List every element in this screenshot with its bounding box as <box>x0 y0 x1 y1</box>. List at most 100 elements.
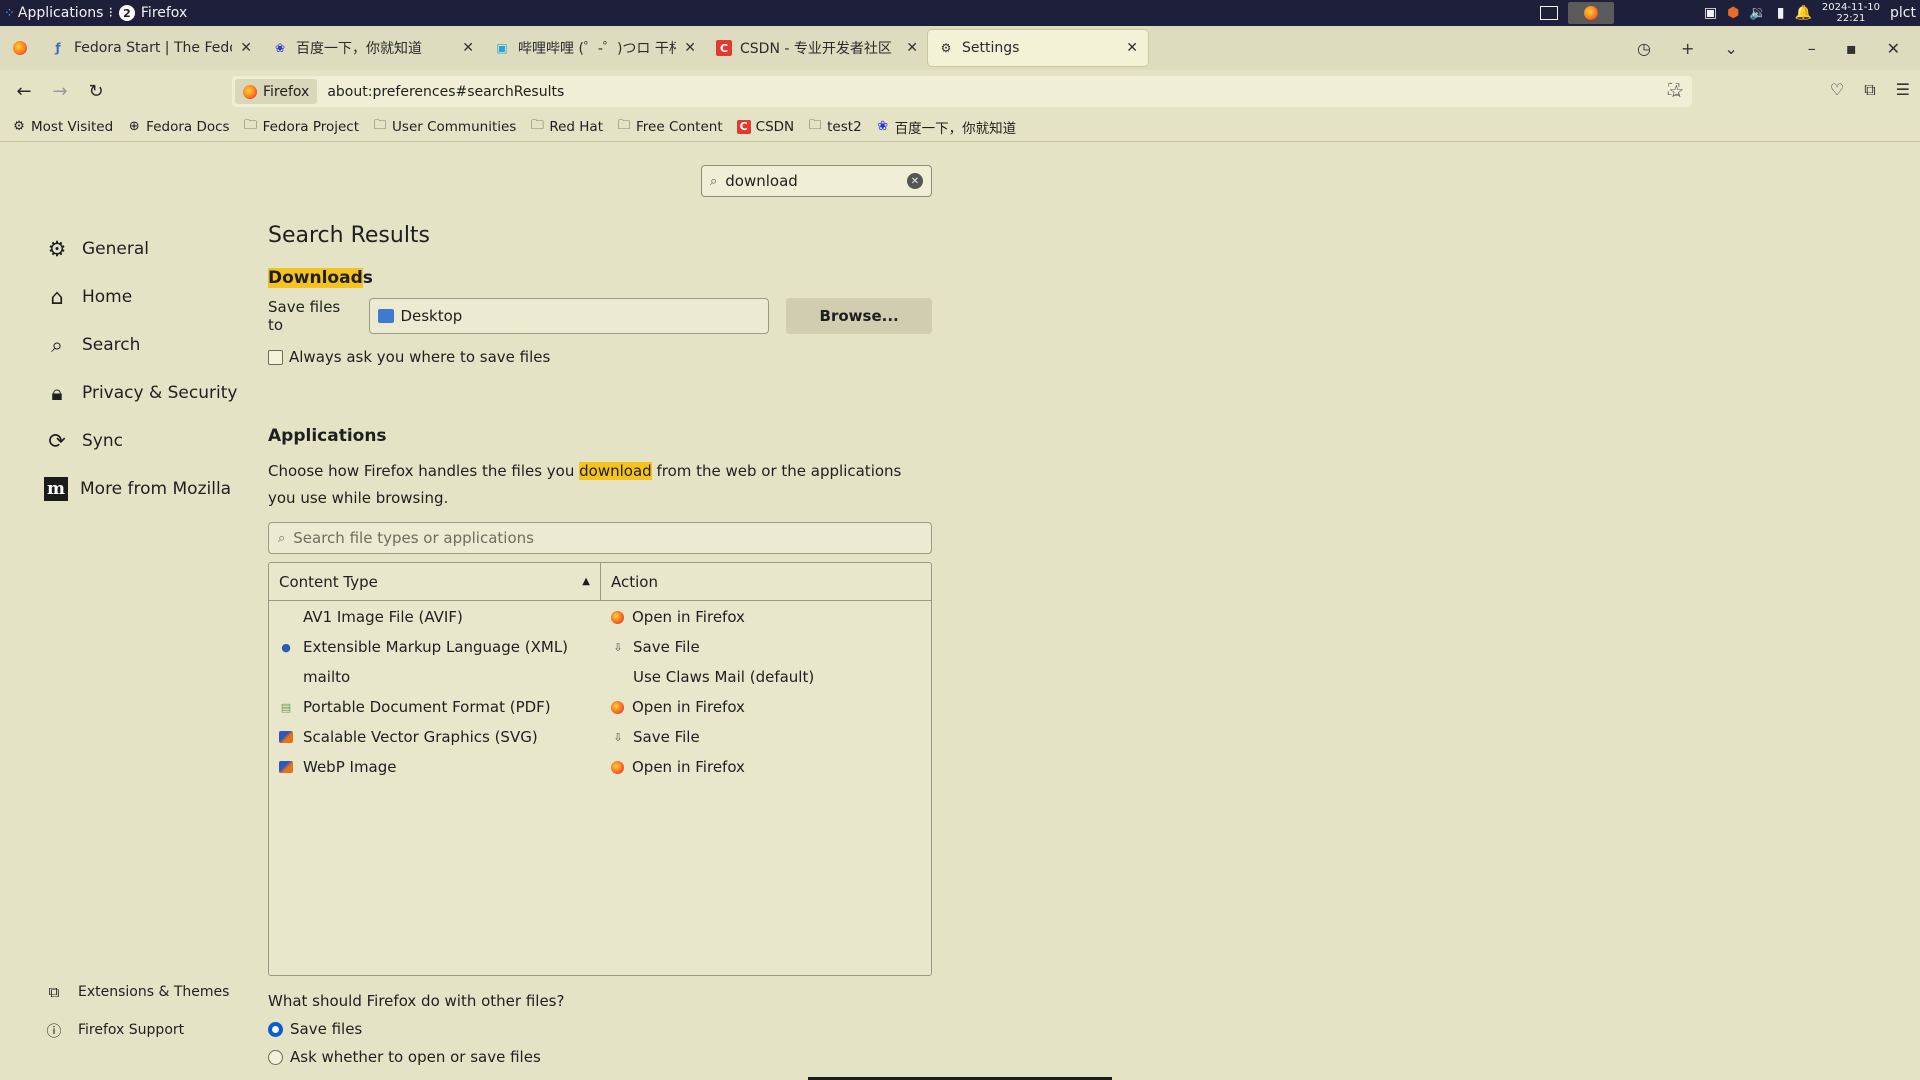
network-icon[interactable]: ▣ <box>1704 5 1717 21</box>
applications-label: Applications <box>17 5 104 21</box>
nav-bar: ← → ↻ Firefox about:preferences#searchRe… <box>0 70 1920 112</box>
tab-baidu[interactable]: ❀ 百度一下，你就知道 ✕ <box>262 30 484 66</box>
save-files-option[interactable]: Save files <box>268 1020 932 1038</box>
bookmark-red-hat[interactable]: 🗀 Red Hat <box>530 118 603 135</box>
menu-icon[interactable]: ☰ <box>1896 80 1910 100</box>
new-tab-button[interactable]: + <box>1681 39 1694 58</box>
identity-label: Firefox <box>263 83 310 100</box>
identity-box[interactable]: Firefox <box>235 79 318 104</box>
bookmark-fedora-project[interactable]: 🗀 Fedora Project <box>244 118 359 135</box>
table-row[interactable]: ▤ Portable Document Format (PDF) Open in … <box>269 692 931 722</box>
list-all-tabs-button[interactable]: ⌄ <box>1724 39 1737 58</box>
bookmark-free-content[interactable]: 🗀 Free Content <box>617 118 722 135</box>
tab-fedora[interactable]: ƒ Fedora Start | The Fedora ✕ <box>40 30 262 66</box>
action-column-header[interactable]: Action <box>601 563 668 600</box>
extensions-icon[interactable]: ⧉ <box>1864 80 1875 100</box>
bookmark-label: CSDN <box>755 118 795 135</box>
tab-csdn[interactable]: C CSDN - 专业开发者社区 ✕ <box>706 30 928 66</box>
url-bar[interactable]: Firefox about:preferences#searchResults … <box>232 76 1692 107</box>
clear-search-icon[interactable]: ✕ <box>907 173 923 189</box>
action-value[interactable]: Open in Firefox <box>632 698 745 716</box>
firefox-view-button[interactable] <box>0 41 40 55</box>
tab-bilibili[interactable]: ▣ 哔哩哔哩 (゜-゜)つロ 干杯~ ✕ <box>484 30 706 66</box>
maximize-button[interactable]: ▪ <box>1846 39 1857 58</box>
image-icon <box>279 761 293 773</box>
action-value[interactable]: Open in Firefox <box>632 758 745 776</box>
action-value[interactable]: Use Claws Mail (default) <box>633 668 814 686</box>
history-icon[interactable]: ◷ <box>1637 39 1651 58</box>
radio-label: Save files <box>290 1020 363 1038</box>
category-home[interactable]: ⌂ Home <box>44 273 244 321</box>
extensions-themes-link[interactable]: ⧉ Extensions & Themes <box>44 973 264 1011</box>
tab-settings[interactable]: ⚙ Settings ✕ <box>928 30 1148 66</box>
user-name[interactable]: plct <box>1890 5 1916 21</box>
back-button[interactable]: ← <box>6 81 42 102</box>
bookmark-csdn[interactable]: C CSDN <box>736 118 795 135</box>
bookmark-test2[interactable]: 🗀 test2 <box>808 118 862 135</box>
package-icon[interactable]: ⬢ <box>1727 5 1739 21</box>
table-row[interactable]: WebP Image Open in Firefox <box>269 752 931 782</box>
always-ask-row[interactable]: Always ask you where to save files <box>268 348 932 366</box>
folder-icon: 🗀 <box>373 117 387 133</box>
preferences-search[interactable]: ⌕ download ✕ <box>701 165 932 197</box>
always-ask-checkbox[interactable] <box>268 349 283 365</box>
downloads-heading: Downloads <box>268 268 932 288</box>
category-more-from-mozilla[interactable]: m More from Mozilla <box>44 465 244 513</box>
ask-open-save-radio[interactable] <box>268 1049 283 1065</box>
table-row[interactable]: Scalable Vector Graphics (SVG) ⇩ Save Fil… <box>269 722 931 752</box>
bell-icon[interactable]: 🔔 <box>1794 5 1811 21</box>
close-icon[interactable]: ✕ <box>1126 40 1138 56</box>
action-value[interactable]: Save File <box>633 638 700 656</box>
volume-icon[interactable]: 🔉 <box>1749 5 1766 21</box>
minimize-button[interactable]: – <box>1808 39 1816 58</box>
table-row[interactable]: AV1 Image File (AVIF) Open in Firefox <box>269 602 931 632</box>
close-window-button[interactable]: ✕ <box>1887 39 1900 58</box>
close-icon[interactable]: ✕ <box>240 40 252 56</box>
category-sync[interactable]: ⟳ Sync <box>44 417 244 465</box>
save-files-radio[interactable] <box>268 1021 283 1037</box>
bookmark-fedora-docs[interactable]: ⊕ Fedora Docs <box>127 119 230 135</box>
bookmark-user-communities[interactable]: 🗀 User Communities <box>373 117 517 135</box>
forward-button[interactable]: → <box>42 81 78 102</box>
file-types-search[interactable]: ⌕ Search file types or applications <box>268 522 932 554</box>
save-files-label: Save files to <box>268 298 341 334</box>
workspace-badge[interactable]: 2 <box>118 5 135 21</box>
table-header: Content Type ▲ Action <box>269 563 931 601</box>
applications-menu[interactable]: ⁘ Applications ⁝ <box>4 5 113 21</box>
url-text[interactable]: about:preferences#searchResults <box>327 84 564 100</box>
action-value[interactable]: Save File <box>633 728 700 746</box>
close-icon[interactable]: ✕ <box>462 40 474 56</box>
mozilla-icon: m <box>44 477 68 501</box>
ask-open-save-option[interactable]: Ask whether to open or save files <box>268 1048 932 1066</box>
taskbar-firefox-button[interactable] <box>1567 2 1614 24</box>
screenshot-icon[interactable]: ⛶ <box>1668 80 1679 100</box>
close-icon[interactable]: ✕ <box>684 40 696 56</box>
category-privacy[interactable]: 🔒︎ Privacy & Security <box>44 369 244 417</box>
clock-time: 22:21 <box>1836 13 1866 24</box>
pocket-icon[interactable]: ♡ <box>1830 80 1844 100</box>
clock[interactable]: 2024-11-10 22:21 <box>1822 2 1880 24</box>
bookmark-most-visited[interactable]: ⚙ Most Visited <box>12 119 113 135</box>
battery-icon[interactable]: ▮ <box>1777 5 1785 21</box>
firefox-support-link[interactable]: ⓘ Firefox Support <box>44 1011 264 1049</box>
action-value[interactable]: Open in Firefox <box>632 608 745 626</box>
content-type: Scalable Vector Graphics (SVG) <box>303 728 538 746</box>
firefox-icon <box>611 610 624 624</box>
content-type-column-header[interactable]: Content Type ▲ <box>269 563 601 600</box>
category-search[interactable]: ⌕ Search <box>44 321 244 369</box>
bookmark-baidu[interactable]: ❀ 百度一下，你就知道 <box>876 117 1016 137</box>
category-general[interactable]: ⚙ General <box>44 225 244 273</box>
category-label: Home <box>82 287 133 307</box>
desktop-icon[interactable] <box>1539 6 1558 20</box>
browse-button[interactable]: Browse... <box>786 298 932 334</box>
table-row[interactable]: mailto Use Claws Mail (default) <box>269 662 931 692</box>
file-types-search-placeholder[interactable]: Search file types or applications <box>293 529 534 547</box>
bilibili-icon: ▣ <box>496 41 508 55</box>
folder-icon <box>378 309 395 323</box>
table-row[interactable]: ● Extensible Markup Language (XML) ⇩ Save … <box>269 632 931 662</box>
download-folder-field[interactable]: Desktop <box>369 298 770 334</box>
close-icon[interactable]: ✕ <box>906 40 918 56</box>
reload-button[interactable]: ↻ <box>78 81 114 102</box>
search-input[interactable]: download <box>725 172 798 190</box>
firefox-icon <box>611 760 624 774</box>
